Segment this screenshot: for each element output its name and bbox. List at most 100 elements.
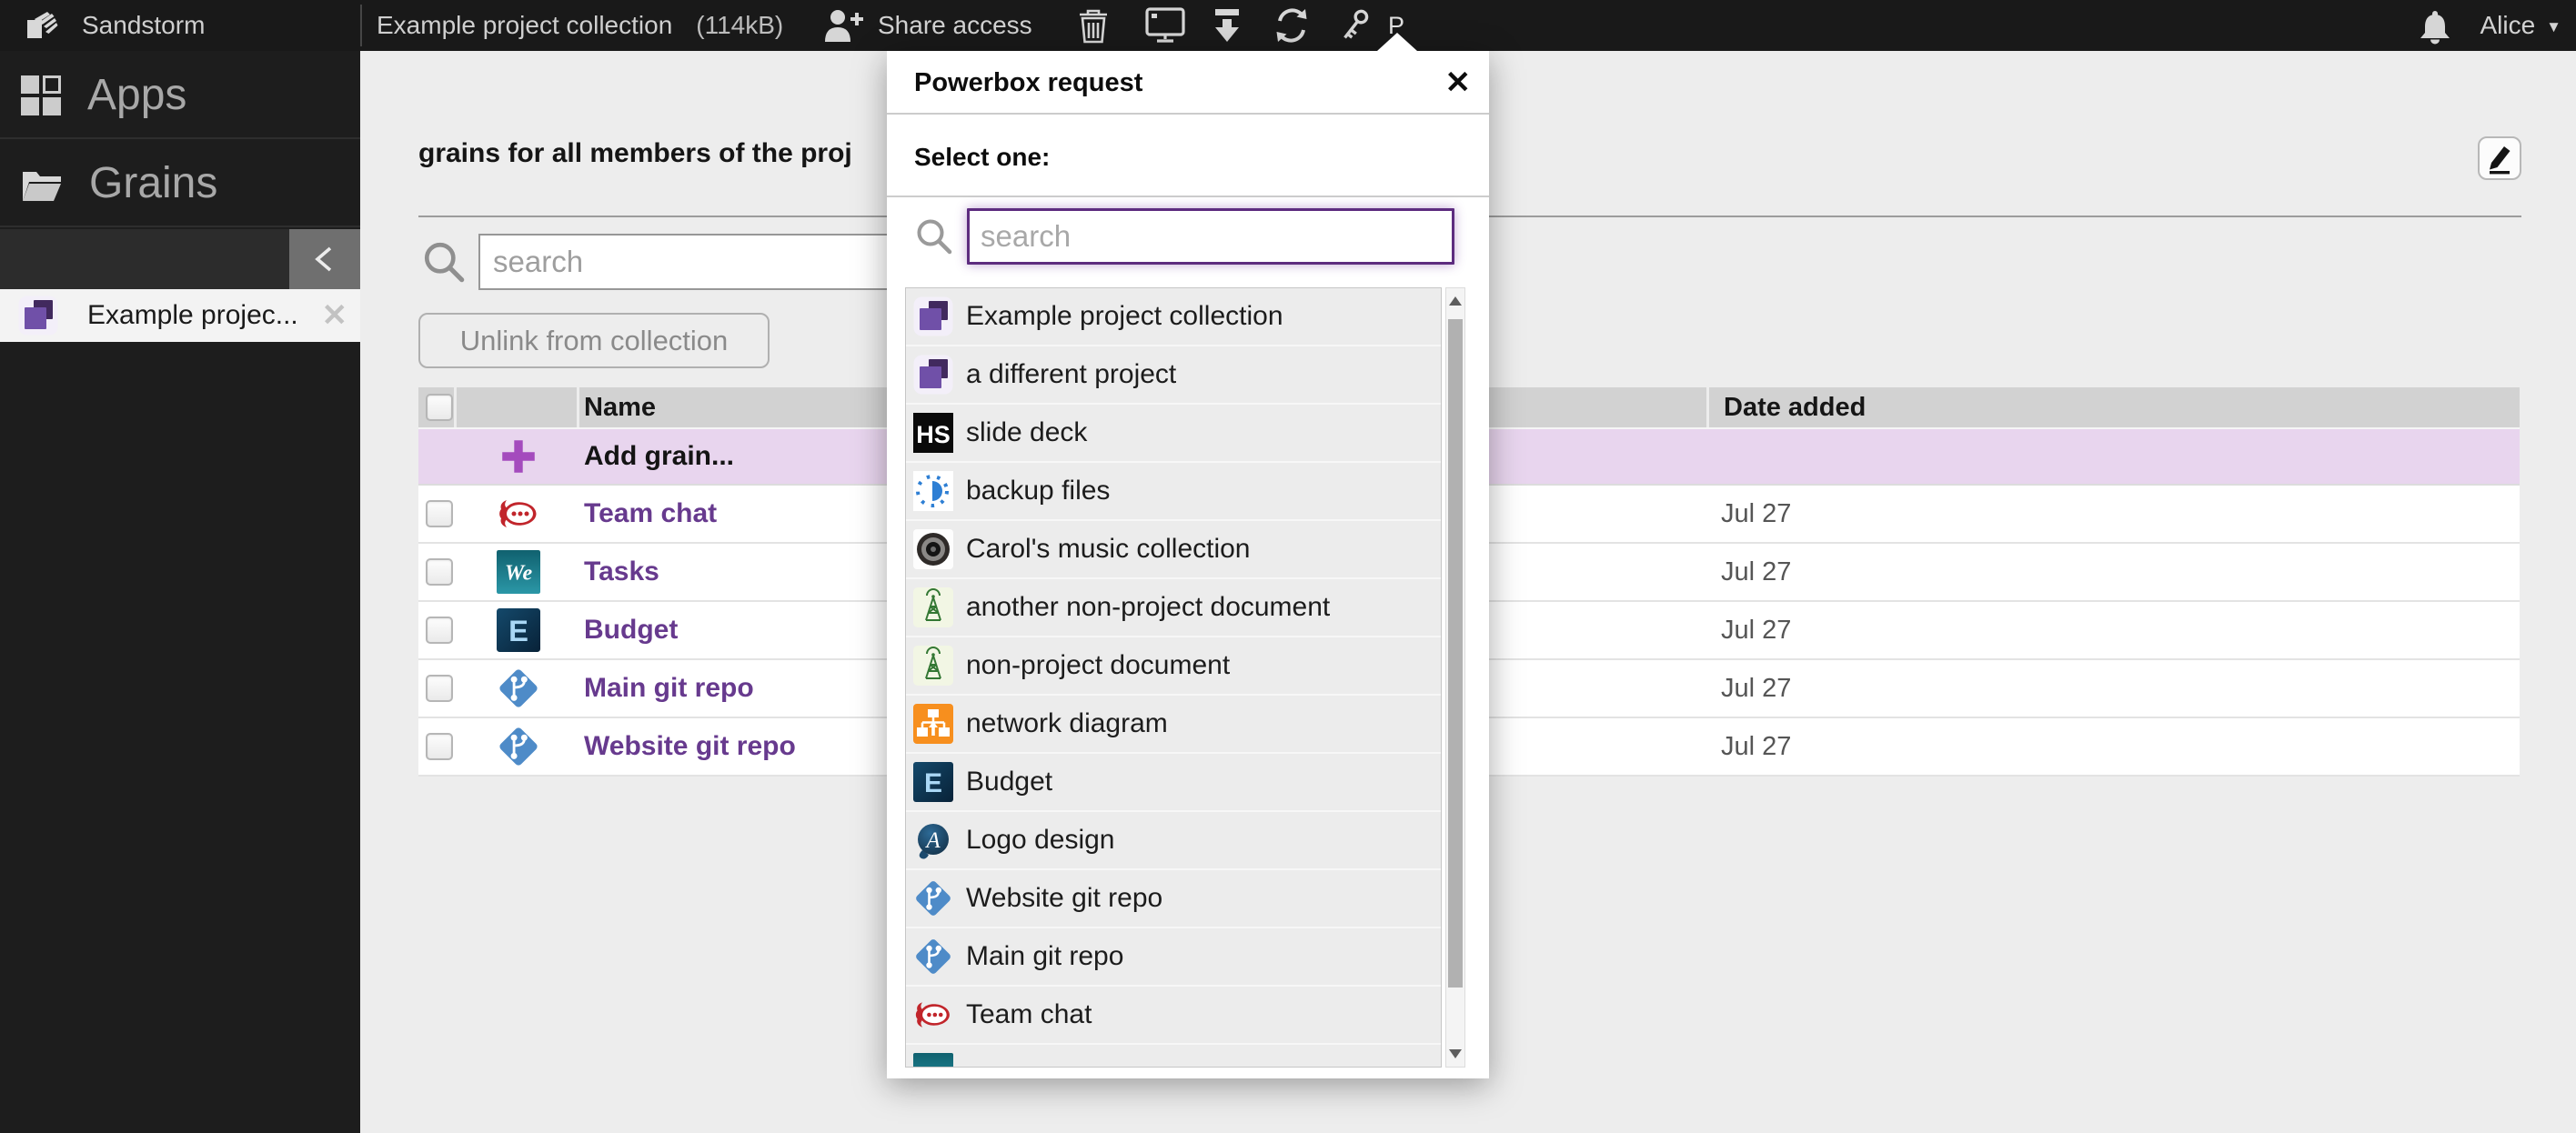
sidebar-item-apps[interactable]: Apps [0, 53, 360, 139]
wekan-icon: We [497, 550, 540, 594]
svg-text:A: A [924, 828, 941, 853]
sidebar-collapse-strip [0, 229, 360, 289]
sandstorm-logo-icon[interactable] [22, 7, 58, 44]
close-icon[interactable]: ✕ [1445, 51, 1472, 115]
git-icon [497, 725, 540, 768]
powerbox-key-button[interactable] [1333, 0, 1375, 51]
grain-size: (114kB) [696, 11, 783, 40]
date-added-cell: Jul 27 [1706, 660, 2520, 717]
grain-title: Example project collection [377, 11, 672, 40]
powerbox-header: Powerbox request ✕ [887, 51, 1489, 115]
grain-link[interactable]: Website git repo [584, 731, 796, 762]
row-checkbox[interactable] [426, 617, 453, 644]
powerbox-item[interactable]: another non-project document [906, 579, 1441, 637]
trash-icon [1078, 7, 1109, 44]
powerbox-item[interactable]: a different project [906, 346, 1441, 405]
grain-link[interactable]: Tasks [584, 556, 659, 587]
scrollbar-thumb[interactable] [1448, 319, 1463, 988]
powerbox-item[interactable]: backup files [906, 463, 1441, 521]
icon-column-header [457, 387, 579, 427]
powerbox-item-label: non-project document [966, 650, 1230, 681]
person-plus-icon [823, 7, 865, 44]
powerbox-item-label: Logo design [966, 825, 1114, 856]
powerbox-item-label: a different project [966, 359, 1176, 390]
powerbox-item[interactable]: Example project collection [906, 288, 1441, 346]
notifications-bell-icon[interactable] [2418, 8, 2452, 45]
scrollbar-up-arrow-icon[interactable] [1449, 296, 1462, 306]
svg-text:E: E [508, 614, 528, 647]
unlink-from-collection-button[interactable]: Unlink from collection [418, 313, 770, 368]
close-grain-icon[interactable]: ✕ [322, 297, 348, 334]
date-added-cell: Jul 27 [1706, 718, 2520, 775]
open-grain-label: Example projec... [87, 300, 298, 331]
pencil-icon [2484, 142, 2515, 175]
powerbox-item[interactable]: Carol's music collection [906, 521, 1441, 579]
chevron-left-icon [309, 244, 340, 275]
plus-icon [498, 436, 539, 477]
collections-icon [913, 355, 953, 395]
open-in-window-button[interactable] [1143, 0, 1187, 51]
collections-icon [18, 296, 58, 336]
hackerslides-icon: HS [913, 413, 953, 453]
row-checkbox[interactable] [426, 733, 453, 760]
trash-button[interactable] [1073, 0, 1113, 51]
download-button[interactable] [1208, 0, 1246, 51]
powerbox-item[interactable]: Website git repo [906, 870, 1441, 928]
share-access-button[interactable]: Share access [823, 0, 1032, 51]
powerbox-item-label: Example project collection [966, 301, 1283, 332]
powerbox-search-input[interactable] [967, 208, 1454, 265]
modal-caret [1377, 33, 1417, 51]
user-menu[interactable]: Alice ▼ [2480, 0, 2561, 51]
svg-text:HS: HS [916, 421, 951, 448]
sandstorm-app: Sandstorm Example project collection (11… [0, 0, 2576, 1133]
row-checkbox[interactable] [426, 500, 453, 527]
logo-icon: A [913, 820, 953, 860]
powerbox-item[interactable]: Main git repo [906, 928, 1441, 987]
grain-link[interactable]: Main git repo [584, 673, 754, 704]
sidebar-apps-label: Apps [87, 70, 186, 120]
date-added-column-header[interactable]: Date added [1706, 387, 2520, 427]
powerbox-item[interactable]: We [906, 1045, 1441, 1068]
sidebar-grains-label: Grains [89, 158, 217, 208]
powerbox-item-label: network diagram [966, 708, 1168, 739]
powerbox-item[interactable]: E Budget [906, 754, 1441, 812]
powerbox-item-label: another non-project document [966, 592, 1330, 623]
powerbox-item[interactable]: A Logo design [906, 812, 1441, 870]
git-icon [913, 878, 953, 918]
svg-text:We: We [921, 1062, 946, 1068]
chevron-down-icon: ▼ [2546, 18, 2561, 36]
restart-button[interactable] [1270, 0, 1313, 51]
share-access-label: Share access [878, 11, 1032, 40]
edit-description-button[interactable] [2478, 136, 2521, 180]
tower-icon [913, 646, 953, 686]
powerbox-prompt: Select one: [914, 116, 1050, 197]
topbar: Sandstorm Example project collection (11… [0, 0, 2576, 51]
powerbox-search-icon [914, 216, 956, 258]
powerbox-item-label: Budget [966, 767, 1052, 797]
select-all-checkbox[interactable] [426, 394, 453, 421]
row-checkbox[interactable] [426, 558, 453, 586]
sidebar-item-grains[interactable]: Grains [0, 141, 360, 227]
ethercalc-icon: E [913, 762, 953, 802]
rocketchat-icon [913, 995, 953, 1035]
svg-text:E: E [924, 768, 942, 798]
scrollbar-down-arrow-icon[interactable] [1449, 1049, 1462, 1058]
folder-icon [20, 165, 64, 203]
scrollbar[interactable] [1445, 287, 1465, 1068]
wekan-icon: We [913, 1053, 953, 1068]
powerbox-item[interactable]: non-project document [906, 637, 1441, 696]
row-checkbox[interactable] [426, 675, 453, 702]
collections-icon [913, 296, 953, 336]
app-name[interactable]: Sandstorm [82, 0, 205, 51]
powerbox-item[interactable]: network diagram [906, 696, 1441, 754]
git-icon [913, 937, 953, 977]
grain-link[interactable]: Team chat [584, 498, 717, 529]
date-added-cell: Jul 27 [1706, 486, 2520, 542]
date-added-cell: Jul 27 [1706, 602, 2520, 658]
powerbox-item[interactable]: HSslide deck [906, 405, 1441, 463]
powerbox-grain-list: Example project collection a different pr… [905, 287, 1442, 1068]
powerbox-item[interactable]: Team chat [906, 987, 1441, 1045]
sidebar-collapse-button[interactable] [289, 229, 360, 289]
sidebar-open-grain[interactable]: Example projec... ✕ [0, 289, 360, 342]
grain-link[interactable]: Budget [584, 615, 678, 646]
